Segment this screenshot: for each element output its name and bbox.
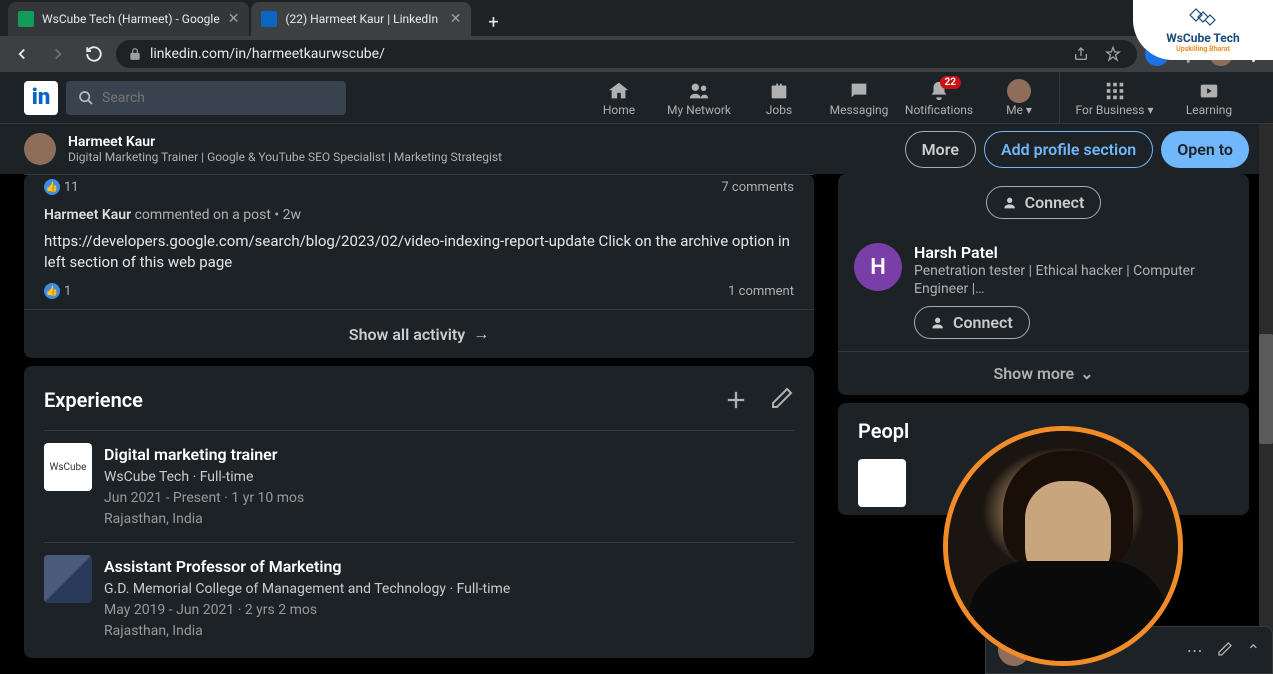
profile-name: Harmeet Kaur xyxy=(68,134,502,150)
close-icon[interactable]: ✕ xyxy=(228,11,240,27)
connect-button[interactable]: Connect xyxy=(986,186,1102,219)
activity-body[interactable]: https://developers.google.com/search/blo… xyxy=(44,227,794,283)
show-more-link[interactable]: Show more ⌄ xyxy=(838,351,1249,395)
job-location: Rajasthan, India xyxy=(104,509,304,530)
close-icon[interactable]: ✕ xyxy=(450,11,462,27)
more-button[interactable]: More xyxy=(905,131,976,168)
network-icon xyxy=(688,79,710,103)
job-role: Assistant Professor of Marketing xyxy=(104,555,510,579)
company-logo xyxy=(858,459,906,507)
browser-tabs: WsCube Tech (Harmeet) - Google ✕ (22) Ha… xyxy=(0,0,1273,36)
sticky-profile-bar: Harmeet Kaur Digital Marketing Trainer |… xyxy=(0,124,1273,174)
notifications-badge: 22 xyxy=(940,76,961,89)
sheets-favicon xyxy=(18,11,34,27)
people-you-may-know-card: Connect H Harsh Patel Penetration tester… xyxy=(838,174,1249,395)
connect-button[interactable]: Connect xyxy=(914,306,1030,339)
lock-icon xyxy=(128,47,142,61)
experience-card: Experience WsCube Digital marketing trai… xyxy=(24,366,814,658)
curr-activity-footer: 👍 1 1 comment xyxy=(44,283,794,299)
forward-button[interactable] xyxy=(44,40,72,68)
share-icon[interactable] xyxy=(1069,42,1093,66)
like-icon[interactable]: 👍 xyxy=(44,283,60,299)
company-logo: WsCube xyxy=(44,443,92,491)
person-title: Penetration tester | Ethical hacker | Co… xyxy=(914,262,1233,298)
job-location: Rajasthan, India xyxy=(104,621,510,642)
linkedin-header: in Home My Network Jobs Messaging 22 Not… xyxy=(0,72,1273,124)
company-line: G.D. Memorial College of Management and … xyxy=(104,579,510,600)
activity-card: 👍 11 7 comments Harmeet Kaur commented o… xyxy=(24,174,814,358)
job-dates: May 2019 - Jun 2021 · 2 yrs 2 mos xyxy=(104,600,510,621)
new-tab-button[interactable]: + xyxy=(479,8,507,36)
company-logo xyxy=(44,555,92,603)
tab-sheets[interactable]: WsCube Tech (Harmeet) - Google ✕ xyxy=(8,2,249,36)
search-icon xyxy=(78,90,94,106)
company-line: WsCube Tech · Full-time xyxy=(104,467,304,488)
show-all-activity-link[interactable]: Show all activity → xyxy=(24,309,814,358)
url-text: linkedin.com/in/harmeetkaurwscube/ xyxy=(150,46,1061,62)
back-button[interactable] xyxy=(8,40,36,68)
experience-heading: Experience xyxy=(44,388,143,412)
grid-icon xyxy=(1104,79,1126,103)
job-dates: Jun 2021 - Present · 1 yr 10 mos xyxy=(104,488,304,509)
search-input[interactable] xyxy=(102,90,334,106)
experience-header: Experience xyxy=(44,386,794,414)
search-box[interactable] xyxy=(66,81,346,115)
home-icon xyxy=(608,79,630,103)
messaging-icon xyxy=(848,79,870,103)
person-name: Harsh Patel xyxy=(914,243,1233,262)
primary-nav: Home My Network Jobs Messaging 22 Notifi… xyxy=(579,72,1249,123)
learning-icon xyxy=(1198,79,1220,103)
address-bar[interactable]: linkedin.com/in/harmeetkaurwscube/ xyxy=(116,40,1137,68)
wscube-brand-overlay: WsCube Tech Upskilling Bharat xyxy=(1133,0,1273,60)
profile-headline: Digital Marketing Trainer | Google & You… xyxy=(68,150,502,164)
person-avatar: H xyxy=(854,243,902,291)
tab-title: (22) Harmeet Kaur | LinkedIn xyxy=(285,12,441,26)
nav-messaging[interactable]: Messaging xyxy=(819,72,899,123)
main-column: 👍 11 7 comments Harmeet Kaur commented o… xyxy=(24,174,814,674)
chevron-down-icon: ⌄ xyxy=(1080,364,1093,383)
edit-experience-button[interactable] xyxy=(770,386,794,414)
browser-toolbar: linkedin.com/in/harmeetkaurwscube/ xyxy=(0,36,1273,72)
reaction-count: 11 xyxy=(64,180,79,195)
comments-count[interactable]: 7 comments xyxy=(721,180,794,195)
like-icon[interactable]: 👍 xyxy=(44,179,60,195)
person-card[interactable]: H Harsh Patel Penetration tester | Ethic… xyxy=(838,231,1249,351)
more-icon[interactable]: ⋯ xyxy=(1187,641,1203,660)
job-role: Digital marketing trainer xyxy=(104,443,304,467)
reaction-count: 1 xyxy=(64,284,71,299)
nav-network[interactable]: My Network xyxy=(659,72,739,123)
me-avatar xyxy=(1007,79,1031,103)
linkedin-favicon xyxy=(261,11,277,27)
tab-linkedin[interactable]: (22) Harmeet Kaur | LinkedIn ✕ xyxy=(251,2,471,36)
tab-title: WsCube Tech (Harmeet) - Google xyxy=(42,12,220,26)
nav-business[interactable]: For Business ▾ xyxy=(1059,72,1169,123)
scrollbar-thumb[interactable] xyxy=(1259,334,1273,444)
jobs-icon xyxy=(768,79,790,103)
comments-count[interactable]: 1 comment xyxy=(728,284,794,299)
reload-button[interactable] xyxy=(80,40,108,68)
nav-learning[interactable]: Learning xyxy=(1169,72,1249,123)
prev-activity-footer: 👍 11 7 comments xyxy=(44,179,794,195)
linkedin-logo[interactable]: in xyxy=(24,81,58,115)
nav-me[interactable]: Me ▾ xyxy=(979,72,1059,123)
nav-home[interactable]: Home xyxy=(579,72,659,123)
experience-item[interactable]: Assistant Professor of Marketing G.D. Me… xyxy=(44,542,794,654)
profile-actions: More Add profile section Open to xyxy=(905,131,1249,168)
presenter-video-bubble xyxy=(943,426,1183,666)
activity-meta: Harmeet Kaur commented on a post • 2w xyxy=(44,195,794,227)
profile-info: Harmeet Kaur Digital Marketing Trainer |… xyxy=(68,134,502,164)
arrow-right-icon: → xyxy=(473,324,489,344)
nav-notifications[interactable]: 22 Notifications xyxy=(899,72,979,123)
page-scrollbar[interactable] xyxy=(1259,124,1273,674)
nav-jobs[interactable]: Jobs xyxy=(739,72,819,123)
chevron-up-icon[interactable]: ⌃ xyxy=(1247,641,1260,660)
experience-item[interactable]: WsCube Digital marketing trainer WsCube … xyxy=(44,430,794,542)
compose-icon[interactable] xyxy=(1217,641,1233,660)
add-section-button[interactable]: Add profile section xyxy=(984,131,1153,168)
bookmark-icon[interactable] xyxy=(1101,42,1125,66)
add-experience-button[interactable] xyxy=(722,386,750,414)
open-to-button[interactable]: Open to xyxy=(1161,131,1249,168)
profile-avatar-small[interactable] xyxy=(24,133,56,165)
